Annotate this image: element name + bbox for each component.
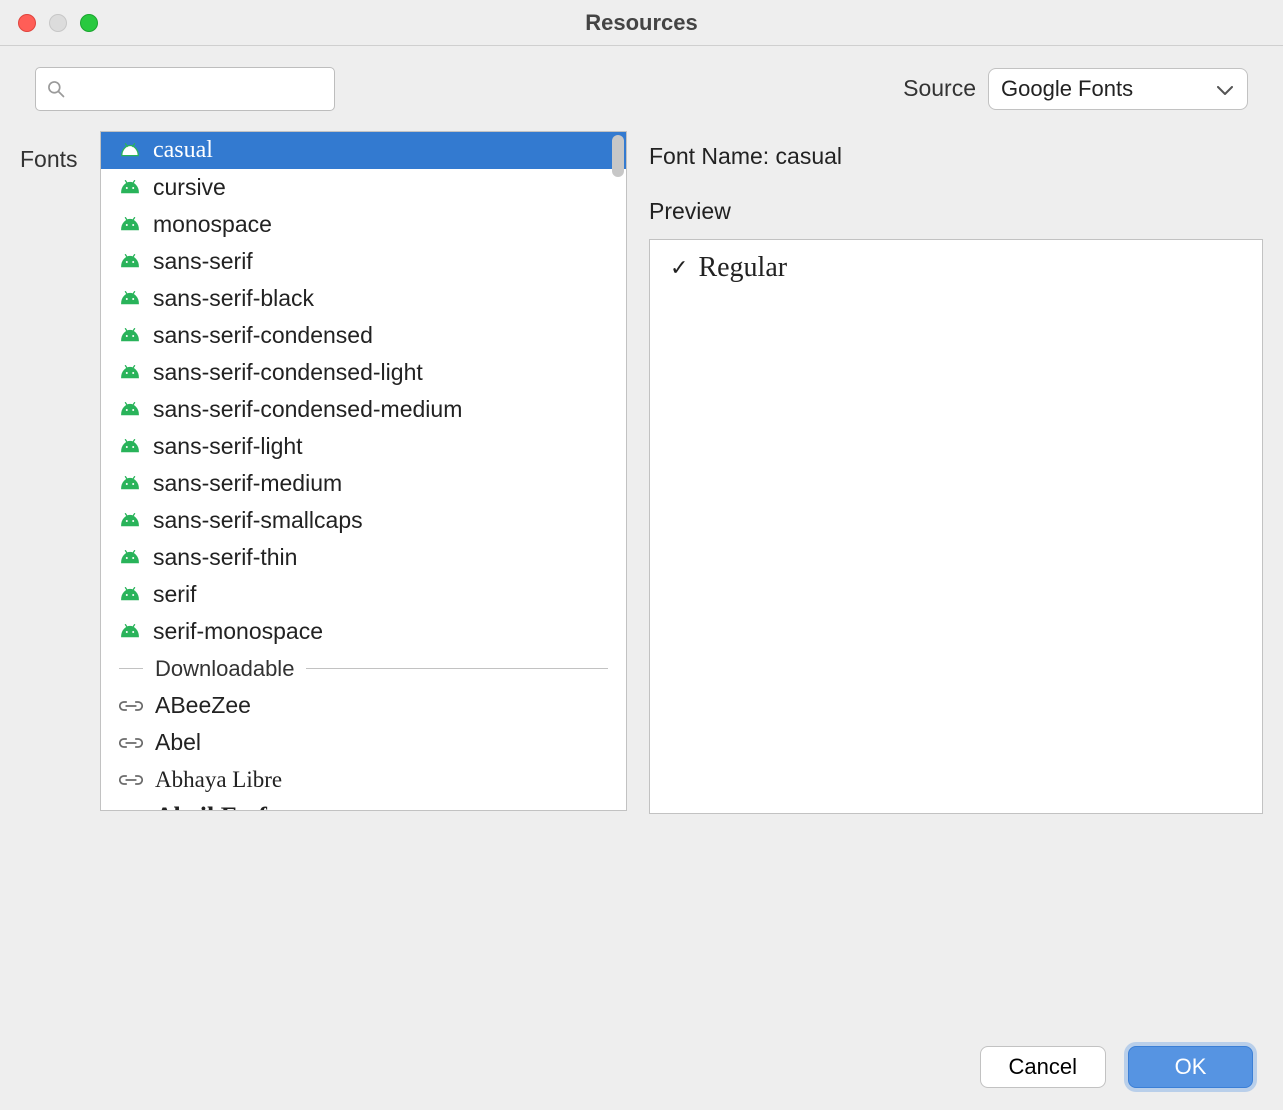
preview-box: ✓ Regular	[649, 239, 1263, 814]
font-item-casual[interactable]: casual	[101, 132, 626, 169]
close-window-icon[interactable]	[18, 14, 36, 32]
font-item-label: ABeeZee	[155, 692, 251, 719]
font-item-cursive[interactable]: cursive	[101, 169, 626, 206]
preview-panel: Font Name: casual Preview ✓ Regular	[627, 131, 1263, 814]
font-item-sans-serif-condensed-medium[interactable]: sans-serif-condensed-medium	[101, 391, 626, 428]
font-item-label: serif-monospace	[153, 618, 323, 645]
font-item-label: sans-serif-condensed-medium	[153, 396, 462, 423]
traffic-lights	[18, 14, 98, 32]
font-item-serif-monospace[interactable]: serif-monospace	[101, 613, 626, 650]
font-item-sans-serif-black[interactable]: sans-serif-black	[101, 280, 626, 317]
font-item-label: Abril Fatf	[155, 802, 267, 811]
source-label: Source	[903, 75, 976, 102]
font-item-sans-serif-light[interactable]: sans-serif-light	[101, 428, 626, 465]
font-item-sans-serif[interactable]: sans-serif	[101, 243, 626, 280]
link-icon	[119, 735, 143, 751]
font-item-label: sans-serif-thin	[153, 544, 297, 571]
font-item-sans-serif-medium[interactable]: sans-serif-medium	[101, 465, 626, 502]
font-item-sans-serif-condensed[interactable]: sans-serif-condensed	[101, 317, 626, 354]
font-item-label: sans-serif-black	[153, 285, 314, 312]
font-item-abeezee[interactable]: ABeeZee	[101, 687, 626, 724]
check-icon: ✓	[670, 255, 688, 281]
font-item-abhaya-libre[interactable]: Abhaya Libre	[101, 761, 626, 798]
font-item-label: monospace	[153, 211, 272, 238]
minimize-window-icon	[49, 14, 67, 32]
titlebar: Resources	[0, 0, 1283, 46]
link-icon	[119, 698, 143, 714]
android-icon	[119, 327, 141, 345]
search-field[interactable]	[35, 67, 335, 111]
cancel-button[interactable]: Cancel	[980, 1046, 1106, 1088]
android-icon	[119, 623, 141, 641]
android-icon	[119, 142, 141, 160]
toolbar: Source Google Fonts	[0, 46, 1283, 131]
preview-style-label: Regular	[698, 252, 787, 284]
android-icon	[119, 290, 141, 308]
window-title: Resources	[0, 10, 1283, 36]
font-list[interactable]: casual cursive monospace sans-serif sans-ser…	[100, 131, 627, 811]
font-item-abril-fatf[interactable]: Abril Fatf	[101, 798, 626, 810]
font-item-label: sans-serif-medium	[153, 470, 342, 497]
downloadable-label: Downloadable	[155, 656, 294, 682]
dialog-footer: Cancel OK	[980, 1046, 1253, 1088]
android-icon	[119, 512, 141, 530]
android-icon	[119, 216, 141, 234]
font-item-serif[interactable]: serif	[101, 576, 626, 613]
android-icon	[119, 475, 141, 493]
search-input[interactable]	[74, 77, 339, 100]
android-icon	[119, 401, 141, 419]
scrollbar-thumb[interactable]	[612, 135, 624, 177]
font-item-label: Abel	[155, 729, 201, 756]
downloadable-divider: Downloadable	[101, 650, 626, 687]
font-item-label: sans-serif-light	[153, 433, 303, 460]
font-name-row: Font Name: casual	[649, 143, 1263, 170]
font-item-sans-serif-thin[interactable]: sans-serif-thin	[101, 539, 626, 576]
preview-style-item[interactable]: ✓ Regular	[670, 252, 1242, 284]
font-item-label: Abhaya Libre	[155, 767, 282, 793]
chevron-down-icon	[1217, 76, 1233, 102]
android-icon	[119, 549, 141, 567]
font-item-label: cursive	[153, 174, 226, 201]
android-icon	[119, 586, 141, 604]
font-item-label: sans-serif-condensed-light	[153, 359, 423, 386]
zoom-window-icon[interactable]	[80, 14, 98, 32]
fonts-label: Fonts	[20, 131, 100, 814]
preview-label: Preview	[649, 198, 1263, 225]
font-item-label: sans-serif-condensed	[153, 322, 373, 349]
font-item-label: casual	[153, 137, 213, 164]
font-item-monospace[interactable]: monospace	[101, 206, 626, 243]
link-icon	[119, 809, 143, 811]
source-dropdown[interactable]: Google Fonts	[988, 68, 1248, 110]
font-item-sans-serif-smallcaps[interactable]: sans-serif-smallcaps	[101, 502, 626, 539]
source-selected-value: Google Fonts	[1001, 76, 1133, 102]
font-item-label: sans-serif-smallcaps	[153, 507, 363, 534]
search-icon	[46, 79, 66, 99]
link-icon	[119, 772, 143, 788]
android-icon	[119, 438, 141, 456]
android-icon	[119, 364, 141, 382]
ok-button[interactable]: OK	[1128, 1046, 1253, 1088]
android-icon	[119, 253, 141, 271]
font-item-sans-serif-condensed-light[interactable]: sans-serif-condensed-light	[101, 354, 626, 391]
font-name-value: casual	[776, 143, 842, 169]
font-item-abel[interactable]: Abel	[101, 724, 626, 761]
font-item-label: sans-serif	[153, 248, 253, 275]
font-name-label: Font Name:	[649, 143, 769, 169]
android-icon	[119, 179, 141, 197]
font-item-label: serif	[153, 581, 196, 608]
